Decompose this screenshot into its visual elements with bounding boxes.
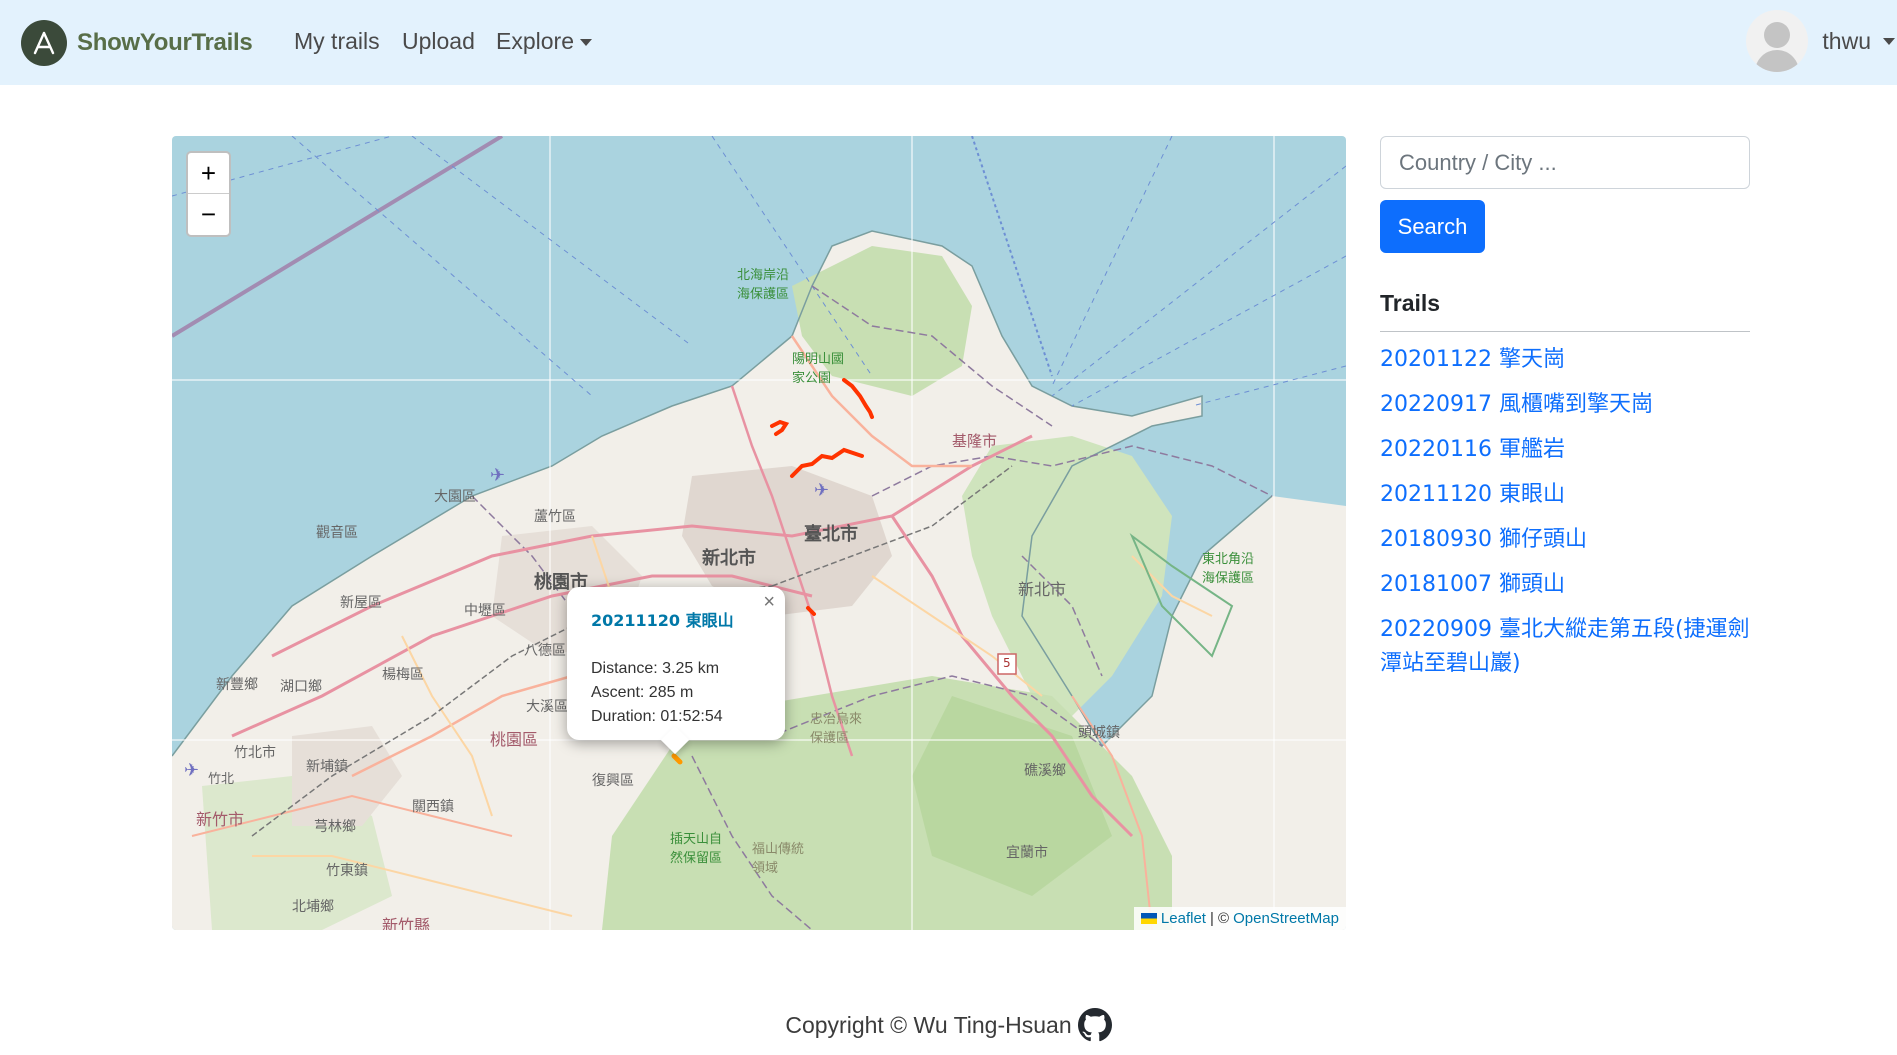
map-label-sheng-an: 插天山自然保留區 bbox=[670, 832, 723, 866]
map-label-luzhu: 蘆竹區 bbox=[534, 509, 576, 525]
map-label-qionglin: 芎林鄉 bbox=[314, 819, 356, 835]
ukraine-flag-icon bbox=[1140, 913, 1157, 924]
avatar bbox=[1746, 10, 1809, 72]
map-label-hsinchu: 新竹市 bbox=[196, 810, 245, 829]
navbar: ShowYourTrails My trails Upload Explore … bbox=[0, 0, 1897, 85]
map-label-yangmingshan: 陽明山國家公園 bbox=[792, 352, 845, 386]
map-label-guanxi: 關西鎮 bbox=[412, 799, 454, 815]
map-label-wulai: 忠治烏來保護區 bbox=[810, 712, 863, 746]
map-label-guanyin: 觀音區 bbox=[316, 525, 358, 541]
map-label-zhudong: 竹東鎮 bbox=[326, 863, 368, 879]
search-button[interactable]: Search bbox=[1380, 200, 1485, 253]
map-label-yilan: 宜蘭市 bbox=[1006, 845, 1048, 861]
map-label-xinwu: 新屋區 bbox=[340, 595, 382, 611]
map-label-new-taipei-east: 新北市 bbox=[1018, 580, 1067, 599]
map-label-airport-north: 竹北 bbox=[208, 772, 235, 787]
trail-link[interactable]: 20180930 獅仔頭山 bbox=[1380, 523, 1750, 557]
user-menu[interactable]: thwu bbox=[1746, 10, 1897, 72]
chevron-down-icon bbox=[1883, 37, 1895, 45]
map-label-ne-coast: 東北角沿海保護區 bbox=[1202, 552, 1255, 586]
trails-heading: Trails bbox=[1380, 290, 1441, 316]
brand-name: ShowYourTrails bbox=[77, 29, 253, 56]
map-label-fuxing: 復興區 bbox=[592, 773, 634, 789]
trail-list: 20201122 擎天崗 20220917 風櫃嘴到擎天崗 20220116 軍… bbox=[1380, 343, 1750, 692]
popup-distance: Distance: 3.25 km bbox=[591, 660, 720, 677]
attribution-separator: | © bbox=[1209, 910, 1230, 927]
zoom-out-button[interactable]: − bbox=[188, 194, 229, 235]
brand[interactable]: ShowYourTrails bbox=[21, 20, 253, 66]
svg-text:✈: ✈ bbox=[814, 480, 829, 501]
map-label-yangmei: 楊梅區 bbox=[382, 667, 424, 683]
map-label-toucheng: 頭城鎮 bbox=[1078, 725, 1120, 741]
popup-trail-link[interactable]: 20211120 東眼山 bbox=[591, 607, 761, 631]
nav-upload[interactable]: Upload bbox=[402, 28, 475, 55]
nav-my-trails[interactable]: My trails bbox=[294, 28, 380, 55]
close-icon[interactable]: × bbox=[763, 591, 775, 614]
map-label-taoyuan-district: 桃園區 bbox=[490, 730, 539, 749]
map-label-keelung: 基隆市 bbox=[952, 432, 998, 450]
brand-logo-icon bbox=[21, 20, 67, 66]
trail-link[interactable]: 20220116 軍艦岩 bbox=[1380, 433, 1750, 467]
nav-explore-label: Explore bbox=[496, 28, 574, 54]
trail-popup: × 20211120 東眼山 Distance: 3.25 km Ascent:… bbox=[567, 587, 785, 755]
user-name: thwu bbox=[1822, 27, 1871, 54]
chevron-down-icon bbox=[579, 39, 592, 47]
nav-explore-dropdown[interactable]: Explore bbox=[496, 28, 592, 55]
map-label-daxi: 大溪區 bbox=[526, 699, 568, 715]
trail-link[interactable]: 20211120 東眼山 bbox=[1380, 478, 1750, 512]
popup-ascent: Ascent: 285 m bbox=[591, 684, 694, 701]
map-label-jiaoxi: 礁溪鄉 bbox=[1024, 763, 1066, 779]
map-label-hsinchu-county: 新竹縣 bbox=[382, 916, 431, 930]
map-label-beipu: 北埔鄉 bbox=[292, 899, 334, 915]
zoom-control: + − bbox=[186, 151, 231, 237]
trail-link[interactable]: 20181007 獅頭山 bbox=[1380, 568, 1750, 602]
openstreetmap-link[interactable]: OpenStreetMap bbox=[1233, 910, 1339, 927]
popup-duration: Duration: 01:52:54 bbox=[591, 708, 723, 725]
map-attribution: Leaflet | © OpenStreetMap bbox=[1133, 907, 1346, 930]
map-label-north-coast: 北海岸沿海保護區 bbox=[737, 268, 790, 302]
leaflet-link[interactable]: Leaflet bbox=[1161, 910, 1206, 927]
map-label-zhubei: 竹北市 bbox=[234, 745, 276, 761]
svg-text:✈: ✈ bbox=[184, 760, 199, 781]
map-label-new-taipei: 新北市 bbox=[702, 548, 756, 569]
copyright-text: Copyright © Wu Ting-Hsuan bbox=[785, 1011, 1072, 1038]
trail-link[interactable]: 20201122 擎天崗 bbox=[1380, 343, 1750, 377]
trail-link[interactable]: 20220917 風櫃嘴到擎天崗 bbox=[1380, 388, 1750, 422]
map-label-bade: 八德區 bbox=[524, 643, 566, 659]
map-label-zhongli: 中壢區 bbox=[464, 603, 506, 619]
svg-text:✈: ✈ bbox=[490, 465, 505, 486]
github-icon[interactable] bbox=[1077, 1008, 1112, 1042]
map-label-fushan: 福山傳統領域 bbox=[752, 842, 805, 876]
map-label-dayuan: 大園區 bbox=[434, 489, 476, 505]
map-label-xinfeng: 新豐鄉 bbox=[216, 677, 258, 693]
zoom-in-button[interactable]: + bbox=[188, 153, 229, 194]
search-input[interactable] bbox=[1380, 136, 1750, 189]
trail-map[interactable]: ✈ ✈ ✈ 臺北市 新北市 桃園市 新北市 基隆市 陽明山國家公園 北海岸沿海保… bbox=[172, 136, 1346, 930]
trail-link[interactable]: 20220909 臺北大縱走第五段(捷運劍潭站至碧山巖) bbox=[1380, 613, 1750, 681]
map-label-taipei: 臺北市 bbox=[804, 524, 858, 545]
divider bbox=[1380, 331, 1750, 332]
map-label-hukou: 湖口鄉 bbox=[280, 679, 322, 695]
map-highway-shield: 5 bbox=[1003, 656, 1011, 670]
footer: Copyright © Wu Ting-Hsuan bbox=[0, 1008, 1897, 1042]
map-label-xinpu: 新埔鎮 bbox=[306, 759, 348, 775]
